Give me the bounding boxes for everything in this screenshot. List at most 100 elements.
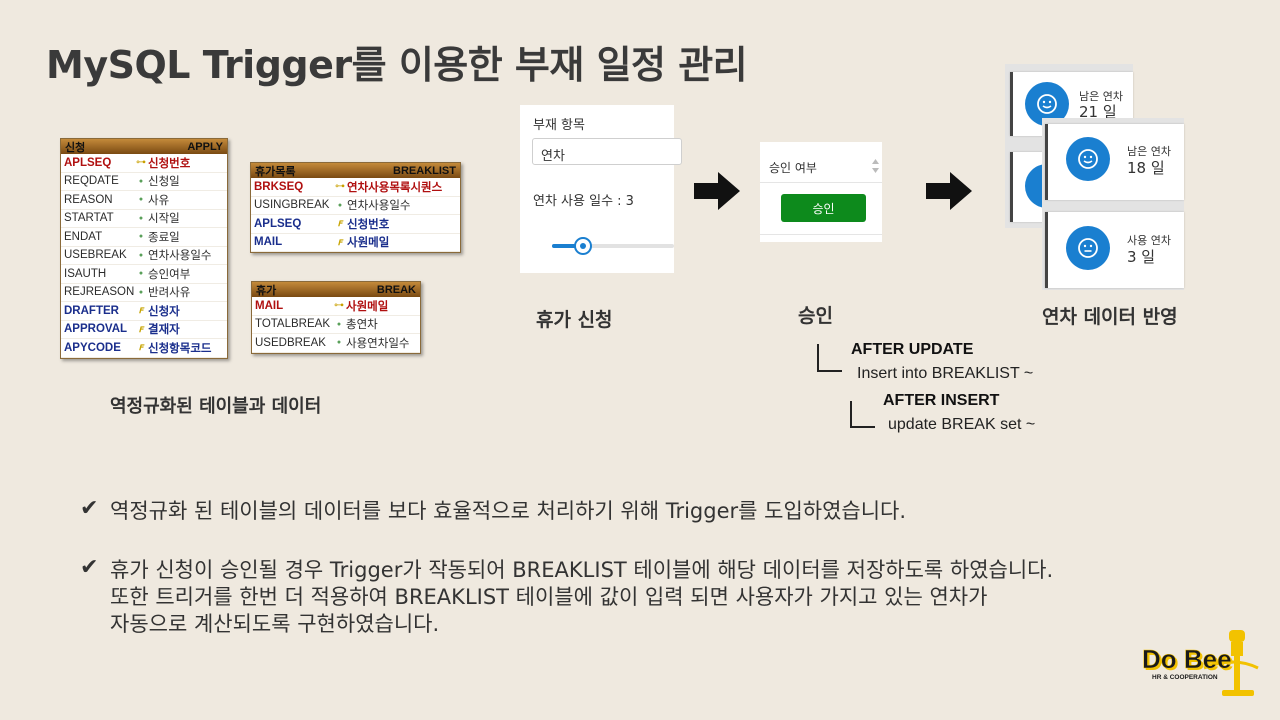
erd-column-korean-name: 사용연차일수 [346,337,410,350]
primary-foreign-key-icon: ⊶ [334,300,344,312]
erd-column-name: MAIL [255,299,284,312]
bullet-text: 역정규화 된 테이블의 데이터를 보다 효율적으로 처리하기 위해 Trigge… [110,499,907,523]
erd-column-korean-name: 연차사용일수 [347,200,411,213]
erd-table-name: APPLY [187,140,223,153]
primary-key-icon: ⊶ [136,157,146,169]
erd-column-name: APLSEQ [254,217,302,230]
erd-column-korean-name: 연차사용일수 [148,250,212,263]
remaining-leave-card: 남은 연차 18 일 [1045,124,1184,200]
erd-row: REQDATE ● 신청일 [61,173,227,191]
erd-column-korean-name: 종료일 [148,231,180,244]
erd-column-name: STARTAT [64,212,114,225]
erd-column-korean-name: 결재자 [148,324,180,337]
attribute-icon: ● [337,201,343,209]
bullet-text: 휴가 신청이 승인될 경우 Trigger가 작동되어 BREAKLIST 테이… [110,558,1054,636]
attribute-icon: ● [336,320,342,328]
attribute-icon: ● [336,339,342,347]
erd-column-korean-name: 총연차 [346,319,378,332]
erd-rows: BRKSEQ ⊶ 연차사용목록시퀀스 USINGBREAK ● 연차사용일수 APLSEQ ꜰ… [251,178,460,252]
trigger-after-insert-text: update BREAK set ~ [888,416,1036,433]
erd-row: USINGBREAK ● 연차사용일수 [251,197,460,215]
bullet-item: ✔ 역정규화 된 테이블의 데이터를 보다 효율적으로 처리하기 위해 Trig… [80,498,906,525]
erd-column-name: TOTALBREAK [255,318,330,331]
trigger-connector [817,344,842,372]
erd-row: USEDBREAK ● 사용연차일수 [252,334,420,353]
erd-row: TOTALBREAK ● 총연차 [252,316,420,334]
leave-apply-panel: 부재 항목 연차 연차 사용 일수 : 3 [520,105,682,273]
erd-column-korean-name: 승인여부 [148,268,191,281]
smile-icon [1066,137,1110,181]
used-leave-card: 사용 연차 3 일 [1045,212,1184,288]
leave-days-label: 연차 사용 일수 : 3 [533,194,634,209]
dobee-logo: Do Bee HR & COOPERATION [1138,624,1264,708]
erd-row: BRKSEQ ⊶ 연차사용목록시퀀스 [251,178,460,197]
attribute-icon: ● [138,196,144,204]
erd-row: ENDAT ● 종료일 [61,228,227,247]
erd-row: APLSEQ ⊶ 신청번호 [61,154,227,173]
trigger-after-insert-title: AFTER INSERT [883,392,1000,409]
caption-approve: 승인 [798,305,833,327]
attribute-icon: ● [138,270,144,278]
erd-column-korean-name: 신청번호 [347,218,390,231]
attribute-icon: ● [138,233,144,241]
attribute-icon: ● [138,177,144,185]
erd-column-name: REASON [64,193,113,206]
erd-column-name: APYCODE [64,341,121,354]
erd-row: APYCODE ꜰ 신청항목코드 [61,339,227,358]
checkmark-icon: ✔ [80,555,99,580]
erd-header: 휴가목록 BREAKLIST [251,163,460,178]
erd-column-korean-name: 신청일 [148,176,180,189]
approval-status-label: 승인 여부 [769,161,817,175]
erd-column-name: USEDBREAK [255,336,326,349]
erd-column-name: BRKSEQ [254,180,304,193]
erd-row: REJREASON ● 반려사유 [61,284,227,302]
erd-table-break: 휴가 BREAK MAIL ⊶ 사원메일 TOTALBREAK ● 총연차 USEDBREA… [251,281,421,354]
erd-table-korean-name: 휴가목록 [255,165,296,178]
erd-table-name: BREAKLIST [393,164,456,177]
bullet-item: ✔ 휴가 신청이 승인될 경우 Trigger가 작동되어 BREAKLIST … [80,557,1053,638]
erd-row: APLSEQ ꜰ 신청번호 [251,215,460,234]
absence-item-label: 부재 항목 [533,118,585,133]
erd-column-korean-name: 사유 [148,194,170,207]
foreign-key-icon: ꜰ [138,323,144,335]
card-value: 3 일 [1127,248,1156,266]
erd-rows: APLSEQ ⊶ 신청번호 REQDATE ● 신청일 REASON ● 사유 STARTAT ● 시… [61,154,227,358]
erd-column-korean-name: 사원메일 [347,237,390,250]
foreign-key-icon: ꜰ [138,342,144,354]
erd-column-name: APLSEQ [64,156,112,169]
trigger-after-update-title: AFTER UPDATE [851,341,974,358]
logo-subtext: HR & COOPERATION [1152,674,1218,681]
foreign-key-icon: ꜰ [138,305,144,317]
checkmark-icon: ✔ [80,496,99,521]
foreign-key-icon: ꜰ [337,218,343,230]
erd-column-korean-name: 반려사유 [148,287,191,300]
erd-row: DRAFTER ꜰ 신청자 [61,302,227,321]
caption-leave-data-reflect: 연차 데이터 반영 [1042,306,1178,328]
erd-column-name: DRAFTER [64,304,119,317]
erd-column-name: MAIL [254,236,283,249]
absence-item-select[interactable]: 연차 [532,138,682,165]
erd-rows: MAIL ⊶ 사원메일 TOTALBREAK ● 총연차 USEDBREAK ● 사용연차일수 [252,297,420,353]
primary-key-icon: ⊶ [335,181,345,193]
erd-column-name: ISAUTH [64,267,107,280]
approve-button[interactable]: 승인 [781,194,866,222]
erd-table-name: BREAK [376,283,416,296]
foreign-key-icon: ꜰ [337,236,343,248]
erd-column-name: USEBREAK [64,249,127,262]
erd-header: 휴가 BREAK [252,282,420,297]
erd-column-korean-name: 신청번호 [148,157,191,170]
erd-row: REASON ● 사유 [61,191,227,210]
erd-row: USEBREAK ● 연차사용일수 [61,247,227,265]
erd-column-korean-name: 신청항목코드 [148,342,212,355]
erd-table-korean-name: 신청 [65,141,86,154]
erd-row: ISAUTH ● 승인여부 [61,265,227,284]
leave-days-slider-handle[interactable] [574,237,592,255]
erd-table-korean-name: 휴가 [256,284,277,297]
page-title: MySQL Trigger를 이용한 부재 일정 관리 [46,43,748,87]
card-value: 18 일 [1127,159,1165,177]
erd-column-korean-name: 시작일 [148,213,180,226]
erd-caption: 역정규화된 테이블과 데이터 [110,396,322,417]
caption-leave-apply: 휴가 신청 [536,309,613,331]
approval-panel: 승인 여부 승인 [760,142,882,242]
trigger-after-update-text: Insert into BREAKLIST ~ [857,365,1034,382]
